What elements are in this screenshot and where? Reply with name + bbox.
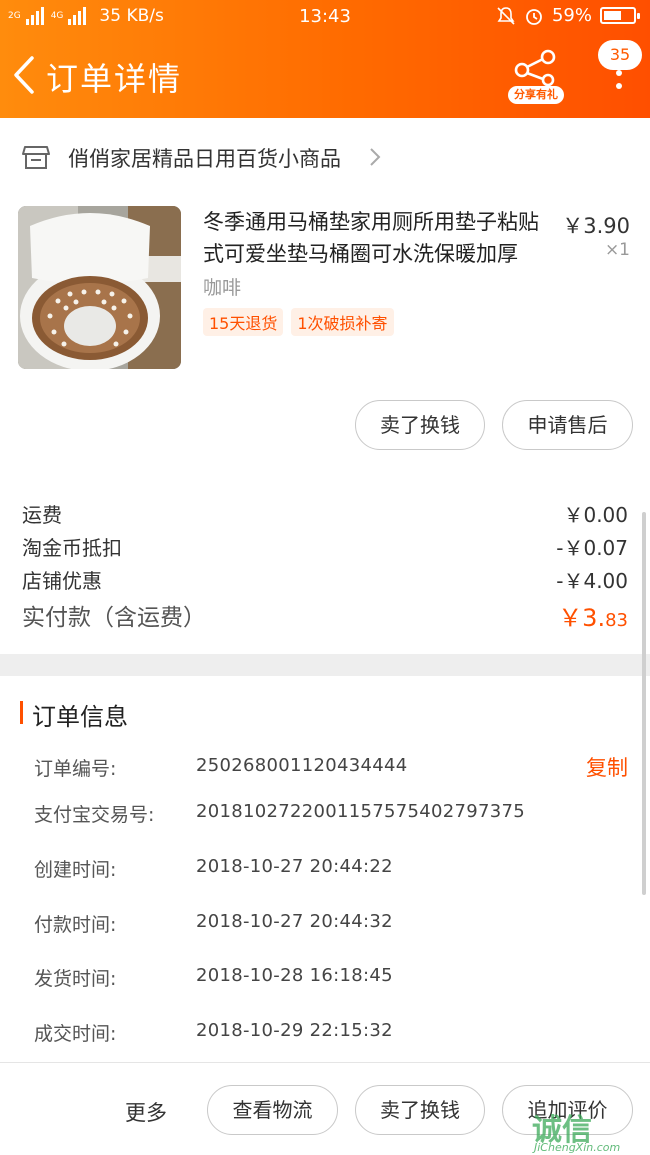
- fee-row-coin-deduction: 淘金币抵扣 -￥0.07: [0, 528, 650, 561]
- fee-label: 淘金币抵扣: [22, 536, 122, 560]
- fee-row-shipping: 运费 ￥0.00: [0, 495, 650, 528]
- view-logistics-button[interactable]: 查看物流: [207, 1085, 338, 1135]
- status-bar: 2G 4G 35 KB/s 13:43 59%: [0, 0, 650, 34]
- app-header: 2G 4G 35 KB/s 13:43 59% 订单详情 分享有礼 35: [0, 0, 650, 118]
- order-number-row: 订单编号: 250268001120434444 复制: [0, 748, 650, 784]
- share-button[interactable]: 分享有礼: [508, 48, 564, 104]
- product-image[interactable]: [18, 206, 181, 369]
- chevron-right-icon: [370, 148, 381, 166]
- chevron-left-icon: [14, 56, 34, 94]
- status-right: 59%: [496, 5, 640, 26]
- order-number: 250268001120434444: [196, 755, 408, 776]
- product-title[interactable]: 冬季通用马桶垫家用厕所用垫子粘贴式可爱坐垫马桶圈可水洗保暖加厚: [203, 206, 543, 270]
- alarm-icon: [526, 8, 542, 25]
- fee-label: 运费: [22, 503, 62, 527]
- mute-bell-icon: [497, 6, 515, 25]
- more-menu-button[interactable]: 35: [596, 40, 646, 100]
- sell-for-cash-button[interactable]: 卖了换钱: [355, 400, 485, 450]
- site-watermark: 诚信 JiChengXin.com: [532, 1105, 650, 1155]
- info-key: 发货时间:: [34, 968, 117, 990]
- watermark-url: JiChengXin.com: [534, 1141, 621, 1154]
- product-price: ￥3.90: [562, 214, 630, 238]
- copy-order-number-button[interactable]: 复制: [586, 752, 628, 782]
- fee-value: ￥0.00: [563, 503, 628, 527]
- shipped-time-row: 发货时间: 2018-10-28 16:18:45: [0, 958, 650, 994]
- info-key: 成交时间:: [34, 1023, 117, 1045]
- created-time-row: 创建时间: 2018-10-27 20:44:22: [0, 849, 650, 885]
- total-main: ￥3.: [558, 604, 606, 632]
- info-key: 订单编号:: [34, 758, 117, 780]
- battery-icon: [600, 7, 640, 24]
- shop-row[interactable]: 俏俏家居精品日用百货小商品: [0, 128, 650, 186]
- tag-return: 15天退货: [203, 308, 284, 336]
- paid-time-row: 付款时间: 2018-10-27 20:44:32: [0, 904, 650, 940]
- share-label: 分享有礼: [508, 86, 564, 104]
- product-sku: 咖啡: [203, 277, 242, 299]
- message-count-badge: 35: [598, 40, 642, 70]
- shop-name: 俏俏家居精品日用百货小商品: [68, 147, 341, 171]
- info-key: 支付宝交易号:: [34, 804, 155, 826]
- more-dots-icon: [616, 70, 622, 96]
- total-amount: ￥3.83: [558, 598, 628, 633]
- product-item[interactable]: 冬季通用马桶垫家用厕所用垫子粘贴式可爱坐垫马桶圈可水洗保暖加厚 咖啡 15天退货…: [0, 196, 650, 382]
- fee-value: -￥0.07: [556, 536, 628, 560]
- paid-time: 2018-10-27 20:44:32: [196, 911, 393, 932]
- share-icon: [514, 49, 556, 87]
- completed-time: 2018-10-29 22:15:32: [196, 1020, 393, 1041]
- total-paid-row: 实付款（含运费） ￥3.83: [0, 594, 650, 638]
- more-actions-button[interactable]: 更多: [125, 1097, 167, 1127]
- shipped-time: 2018-10-28 16:18:45: [196, 965, 393, 986]
- tag-damage-reship: 1次破损补寄: [291, 308, 394, 336]
- fee-value: -￥4.00: [556, 569, 628, 593]
- back-button[interactable]: [8, 52, 42, 98]
- info-key: 创建时间:: [34, 859, 117, 881]
- total-cents: 83: [605, 610, 628, 631]
- battery-percent: 59%: [551, 5, 592, 26]
- apply-aftersale-button[interactable]: 申请售后: [502, 400, 633, 450]
- scrollbar-thumb[interactable]: [642, 512, 646, 895]
- product-photo: [18, 206, 181, 369]
- completed-time-row: 成交时间: 2018-10-29 22:15:32: [0, 1013, 650, 1049]
- order-info-title: 订单信息: [20, 697, 128, 731]
- shop-icon: [22, 146, 50, 169]
- sell-for-cash-bottom-button[interactable]: 卖了换钱: [355, 1085, 485, 1135]
- created-time: 2018-10-27 20:44:22: [196, 856, 393, 877]
- alipay-trade-number: 2018102722001157575402797375: [196, 801, 526, 822]
- fee-label: 店铺优惠: [22, 569, 102, 593]
- product-quantity: ×1: [604, 240, 630, 260]
- fee-row-shop-discount: 店铺优惠 -￥4.00: [0, 561, 650, 594]
- page-title: 订单详情: [46, 60, 183, 98]
- alipay-trade-row: 支付宝交易号: 2018102722001157575402797375: [0, 794, 650, 830]
- info-key: 付款时间:: [34, 914, 117, 936]
- service-tags: 15天退货 1次破损补寄: [203, 308, 394, 336]
- total-label: 实付款（含运费）: [22, 605, 206, 631]
- section-divider: [0, 654, 650, 676]
- nav-bar: 订单详情 分享有礼 35: [0, 40, 650, 112]
- fee-summary: 运费 ￥0.00 淘金币抵扣 -￥0.07 店铺优惠 -￥4.00 实付款（含运…: [0, 495, 650, 638]
